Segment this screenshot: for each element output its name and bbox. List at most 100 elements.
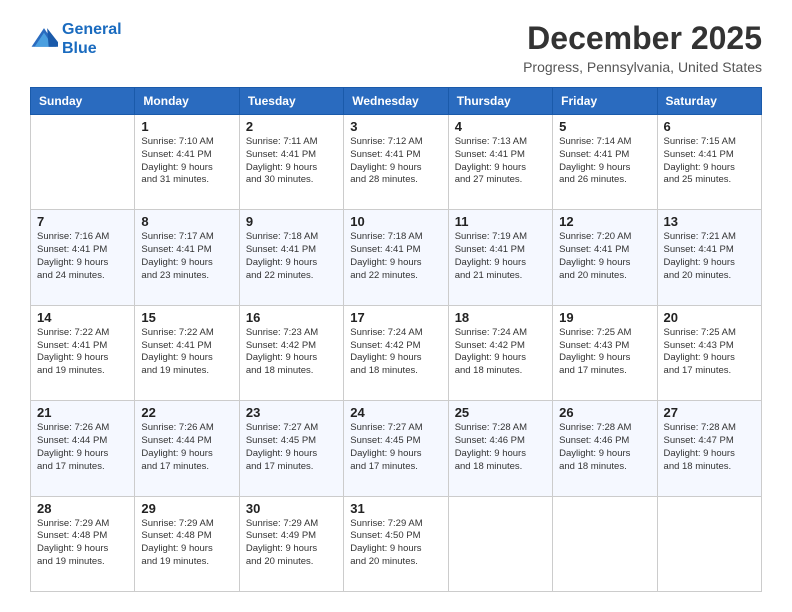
calendar-header-wednesday: Wednesday — [344, 88, 448, 115]
day-info: Sunrise: 7:10 AM Sunset: 4:41 PM Dayligh… — [141, 136, 232, 187]
day-number: 9 — [246, 214, 337, 229]
calendar-header-monday: Monday — [135, 88, 239, 115]
calendar-cell — [657, 496, 761, 591]
calendar-cell: 27Sunrise: 7:28 AM Sunset: 4:47 PM Dayli… — [657, 401, 761, 496]
calendar-cell: 21 Sunrise: 7:26 AM Sunset: 4:44 PM Dayli… — [31, 401, 135, 496]
day-info: Sunrise: 7:23 AM Sunset: 4:42 PM Dayligh… — [246, 327, 337, 378]
calendar-cell: 15Sunrise: 7:22 AM Sunset: 4:41 PM Dayli… — [135, 305, 239, 400]
calendar-cell: 16 Sunrise: 7:23 AM Sunset: 4:42 PM Dayli… — [239, 305, 343, 400]
calendar-cell: 3 Sunrise: 7:12 AM Sunset: 4:41 PM Daylig… — [344, 115, 448, 210]
calendar-cell: 29 Sunrise: 7:29 AM Sunset: 4:48 PM Dayli… — [135, 496, 239, 591]
day-number: 28 — [37, 501, 128, 516]
day-info: Sunrise: 7:18 AM Sunset: 4:41 PM Dayligh… — [350, 231, 441, 282]
calendar-week-row: 14 Sunrise: 7:22 AM Sunset: 4:41 PM Dayli… — [31, 305, 762, 400]
header: General Blue December 2025 Progress, Pen… — [30, 20, 762, 75]
day-info: Sunrise: 7:29 AM Sunset: 4:49 PM Dayligh… — [246, 518, 337, 569]
calendar-cell: 9 Sunrise: 7:18 AM Sunset: 4:41 PM Daylig… — [239, 210, 343, 305]
day-number: 24 — [350, 405, 441, 420]
calendar-cell: 23 Sunrise: 7:27 AM Sunset: 4:45 PM Dayli… — [239, 401, 343, 496]
day-info: Sunrise: 7:24 AM Sunset: 4:42 PM Dayligh… — [455, 327, 546, 378]
day-info: Sunrise: 7:20 AM Sunset: 4:41 PM Dayligh… — [559, 231, 650, 282]
day-info: Sunrise: 7:13 AM Sunset: 4:41 PM Dayligh… — [455, 136, 546, 187]
calendar-cell: 7Sunrise: 7:16 AM Sunset: 4:41 PM Daylig… — [31, 210, 135, 305]
title-area: December 2025 Progress, Pennsylvania, Un… — [523, 20, 762, 75]
calendar-header-thursday: Thursday — [448, 88, 552, 115]
day-number: 1 — [141, 119, 232, 134]
day-number: 3 — [350, 119, 441, 134]
day-info: Sunrise: 7:19 AM Sunset: 4:41 PM Dayligh… — [455, 231, 546, 282]
day-info: Sunrise: 7:22 AM Sunset: 4:41 PM Dayligh… — [37, 327, 128, 378]
calendar-cell: 4 Sunrise: 7:13 AM Sunset: 4:41 PM Daylig… — [448, 115, 552, 210]
calendar-cell: 5Sunrise: 7:14 AM Sunset: 4:41 PM Daylig… — [553, 115, 657, 210]
page-subtitle: Progress, Pennsylvania, United States — [523, 59, 762, 75]
calendar-cell: 10 Sunrise: 7:18 AM Sunset: 4:41 PM Dayli… — [344, 210, 448, 305]
day-info: Sunrise: 7:25 AM Sunset: 4:43 PM Dayligh… — [664, 327, 755, 378]
calendar-cell — [31, 115, 135, 210]
calendar-header-friday: Friday — [553, 88, 657, 115]
day-number: 16 — [246, 310, 337, 325]
day-number: 11 — [455, 214, 546, 229]
page-title: December 2025 — [523, 20, 762, 57]
calendar-cell: 17 Sunrise: 7:24 AM Sunset: 4:42 PM Dayli… — [344, 305, 448, 400]
calendar-cell: 2 Sunrise: 7:11 AM Sunset: 4:41 PM Daylig… — [239, 115, 343, 210]
day-number: 18 — [455, 310, 546, 325]
calendar-table: SundayMondayTuesdayWednesdayThursdayFrid… — [30, 87, 762, 592]
page: General Blue December 2025 Progress, Pen… — [0, 0, 792, 612]
day-number: 2 — [246, 119, 337, 134]
day-info: Sunrise: 7:11 AM Sunset: 4:41 PM Dayligh… — [246, 136, 337, 187]
day-info: Sunrise: 7:27 AM Sunset: 4:45 PM Dayligh… — [246, 422, 337, 473]
day-number: 21 — [37, 405, 128, 420]
day-info: Sunrise: 7:16 AM Sunset: 4:41 PM Dayligh… — [37, 231, 128, 282]
day-number: 4 — [455, 119, 546, 134]
day-number: 22 — [141, 405, 232, 420]
calendar-week-row: 21 Sunrise: 7:26 AM Sunset: 4:44 PM Dayli… — [31, 401, 762, 496]
calendar-cell: 14 Sunrise: 7:22 AM Sunset: 4:41 PM Dayli… — [31, 305, 135, 400]
calendar-header-sunday: Sunday — [31, 88, 135, 115]
logo: General Blue — [30, 20, 122, 58]
calendar-header-tuesday: Tuesday — [239, 88, 343, 115]
calendar-header-saturday: Saturday — [657, 88, 761, 115]
day-info: Sunrise: 7:12 AM Sunset: 4:41 PM Dayligh… — [350, 136, 441, 187]
calendar-week-row: 1 Sunrise: 7:10 AM Sunset: 4:41 PM Daylig… — [31, 115, 762, 210]
day-info: Sunrise: 7:28 AM Sunset: 4:46 PM Dayligh… — [455, 422, 546, 473]
calendar-cell: 26Sunrise: 7:28 AM Sunset: 4:46 PM Dayli… — [553, 401, 657, 496]
calendar-cell: 30 Sunrise: 7:29 AM Sunset: 4:49 PM Dayli… — [239, 496, 343, 591]
day-info: Sunrise: 7:29 AM Sunset: 4:48 PM Dayligh… — [141, 518, 232, 569]
calendar-cell: 19 Sunrise: 7:25 AM Sunset: 4:43 PM Dayli… — [553, 305, 657, 400]
day-number: 20 — [664, 310, 755, 325]
logo-text: General Blue — [62, 20, 122, 58]
day-number: 5 — [559, 119, 650, 134]
calendar-cell: 31Sunrise: 7:29 AM Sunset: 4:50 PM Dayli… — [344, 496, 448, 591]
calendar-cell: 1 Sunrise: 7:10 AM Sunset: 4:41 PM Daylig… — [135, 115, 239, 210]
day-info: Sunrise: 7:18 AM Sunset: 4:41 PM Dayligh… — [246, 231, 337, 282]
day-number: 6 — [664, 119, 755, 134]
day-info: Sunrise: 7:22 AM Sunset: 4:41 PM Dayligh… — [141, 327, 232, 378]
calendar-cell: 22 Sunrise: 7:26 AM Sunset: 4:44 PM Dayli… — [135, 401, 239, 496]
day-info: Sunrise: 7:29 AM Sunset: 4:48 PM Dayligh… — [37, 518, 128, 569]
calendar-cell: 12Sunrise: 7:20 AM Sunset: 4:41 PM Dayli… — [553, 210, 657, 305]
day-number: 8 — [141, 214, 232, 229]
calendar-cell: 25 Sunrise: 7:28 AM Sunset: 4:46 PM Dayli… — [448, 401, 552, 496]
day-info: Sunrise: 7:15 AM Sunset: 4:41 PM Dayligh… — [664, 136, 755, 187]
calendar-header-row: SundayMondayTuesdayWednesdayThursdayFrid… — [31, 88, 762, 115]
day-info: Sunrise: 7:17 AM Sunset: 4:41 PM Dayligh… — [141, 231, 232, 282]
calendar-cell: 28 Sunrise: 7:29 AM Sunset: 4:48 PM Dayli… — [31, 496, 135, 591]
day-info: Sunrise: 7:24 AM Sunset: 4:42 PM Dayligh… — [350, 327, 441, 378]
day-number: 26 — [559, 405, 650, 420]
day-number: 10 — [350, 214, 441, 229]
day-info: Sunrise: 7:26 AM Sunset: 4:44 PM Dayligh… — [141, 422, 232, 473]
day-number: 14 — [37, 310, 128, 325]
day-number: 17 — [350, 310, 441, 325]
day-number: 29 — [141, 501, 232, 516]
day-info: Sunrise: 7:25 AM Sunset: 4:43 PM Dayligh… — [559, 327, 650, 378]
calendar-cell: 6 Sunrise: 7:15 AM Sunset: 4:41 PM Daylig… — [657, 115, 761, 210]
day-number: 23 — [246, 405, 337, 420]
day-info: Sunrise: 7:29 AM Sunset: 4:50 PM Dayligh… — [350, 518, 441, 569]
day-info: Sunrise: 7:28 AM Sunset: 4:47 PM Dayligh… — [664, 422, 755, 473]
day-number: 30 — [246, 501, 337, 516]
day-info: Sunrise: 7:26 AM Sunset: 4:44 PM Dayligh… — [37, 422, 128, 473]
calendar-week-row: 28 Sunrise: 7:29 AM Sunset: 4:48 PM Dayli… — [31, 496, 762, 591]
day-number: 25 — [455, 405, 546, 420]
day-number: 19 — [559, 310, 650, 325]
day-info: Sunrise: 7:21 AM Sunset: 4:41 PM Dayligh… — [664, 231, 755, 282]
